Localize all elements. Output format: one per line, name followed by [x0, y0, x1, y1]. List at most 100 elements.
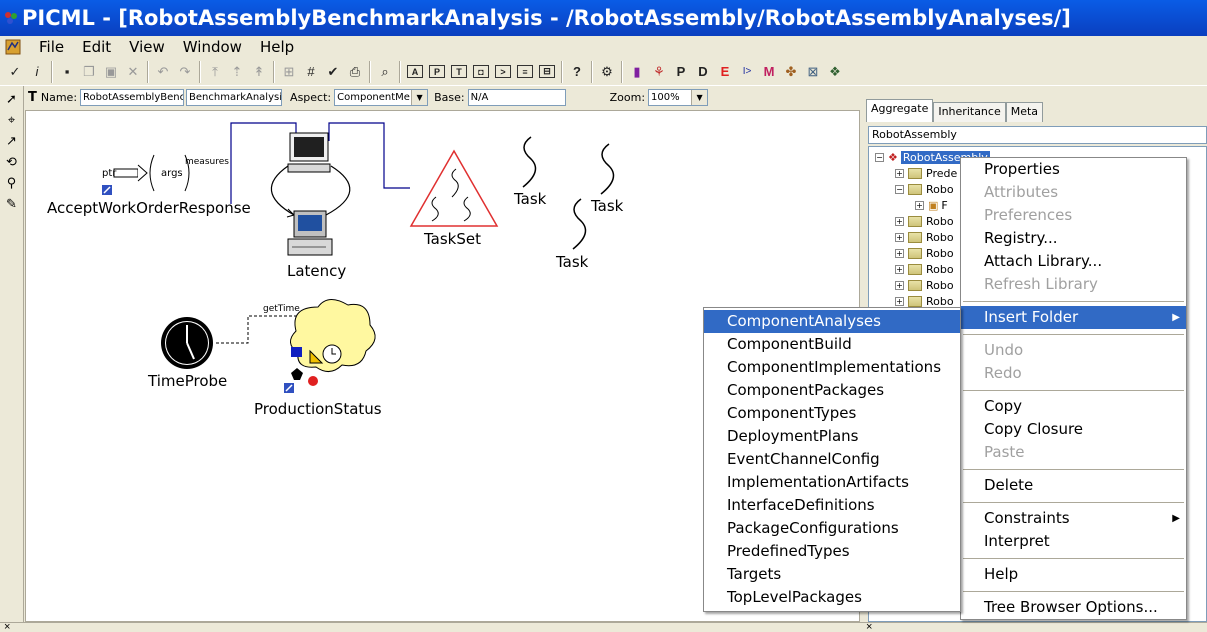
- menu-view[interactable]: View: [120, 36, 174, 58]
- paste-icon[interactable]: ▣: [100, 61, 122, 83]
- expand-icon[interactable]: +: [895, 248, 904, 258]
- menu-item-copy[interactable]: Copy: [961, 395, 1186, 418]
- menu-item-paste[interactable]: Paste: [961, 441, 1186, 464]
- expand-icon[interactable]: +: [895, 216, 904, 226]
- interpreter-icon[interactable]: ⚙: [596, 61, 618, 83]
- tab-meta[interactable]: Meta: [1005, 102, 1044, 122]
- menu-item-attributes[interactable]: Attributes: [961, 181, 1186, 204]
- submenu-item-component-packages[interactable]: ComponentPackages: [704, 379, 960, 402]
- zoom-icon[interactable]: ⚲: [2, 172, 22, 193]
- plugin-idl-icon[interactable]: I>: [736, 61, 758, 83]
- navigate-parent-icon[interactable]: ⇡: [226, 61, 248, 83]
- show-types-icon[interactable]: T: [448, 61, 470, 83]
- plugin-p-icon[interactable]: P: [670, 61, 692, 83]
- plugin-tree-icon[interactable]: ❖: [824, 61, 846, 83]
- submenu-item-component-build[interactable]: ComponentBuild: [704, 333, 960, 356]
- help-icon[interactable]: ?: [566, 61, 588, 83]
- menu-item-attach-library[interactable]: Attach Library...: [961, 250, 1186, 273]
- show-atoms-icon[interactable]: A: [404, 61, 426, 83]
- menu-window[interactable]: Window: [174, 36, 251, 58]
- task-label[interactable]: Task: [556, 253, 588, 271]
- task-label[interactable]: Task: [591, 197, 623, 215]
- undo-icon[interactable]: ↶: [152, 61, 174, 83]
- tree-item[interactable]: + Prede: [895, 165, 957, 181]
- root-field[interactable]: RobotAssembly: [868, 126, 1207, 144]
- latency-label[interactable]: Latency: [287, 262, 346, 280]
- set-mode-icon[interactable]: ⟲: [2, 151, 22, 172]
- hash-icon[interactable]: #: [300, 61, 322, 83]
- expand-icon[interactable]: +: [915, 200, 924, 210]
- info-icon[interactable]: i: [26, 61, 48, 83]
- show-layout-icon[interactable]: ⊟: [536, 61, 558, 83]
- menu-item-copy-closure[interactable]: Copy Closure: [961, 418, 1186, 441]
- tree-item[interactable]: + Robo: [895, 245, 954, 261]
- show-sets-icon[interactable]: ≡: [514, 61, 536, 83]
- menu-file[interactable]: File: [30, 36, 73, 58]
- accept-work-order-response[interactable]: AcceptWorkOrderResponse: [47, 199, 251, 217]
- tree-item[interactable]: + Robo: [895, 277, 954, 293]
- submenu-item-targets[interactable]: Targets: [704, 563, 960, 586]
- show-ports-icon[interactable]: P: [426, 61, 448, 83]
- menu-item-delete[interactable]: Delete: [961, 474, 1186, 497]
- show-models-icon[interactable]: ◘: [470, 61, 492, 83]
- collapse-icon[interactable]: −: [895, 184, 904, 194]
- task-label[interactable]: Task: [514, 190, 546, 208]
- navigate-up-icon[interactable]: ⤒: [204, 61, 226, 83]
- menu-edit[interactable]: Edit: [73, 36, 120, 58]
- submenu-item-implementation-artifacts[interactable]: ImplementationArtifacts: [704, 471, 960, 494]
- print-icon[interactable]: ⎙: [344, 61, 366, 83]
- menu-item-undo[interactable]: Undo: [961, 339, 1186, 362]
- aspect-select[interactable]: ComponentMe ▼: [334, 88, 429, 106]
- tab-aggregate[interactable]: Aggregate: [866, 99, 934, 122]
- menu-item-refresh-library[interactable]: Refresh Library: [961, 273, 1186, 296]
- redo-icon[interactable]: ↷: [174, 61, 196, 83]
- plugin-m-icon[interactable]: M: [758, 61, 780, 83]
- submenu-item-component-types[interactable]: ComponentTypes: [704, 402, 960, 425]
- name-input[interactable]: RobotAssemblyBenc: [80, 88, 185, 106]
- menu-item-insert-folder[interactable]: Insert Folder ▶: [961, 306, 1186, 329]
- delete-icon[interactable]: ✕: [122, 61, 144, 83]
- submenu-item-event-channel-config[interactable]: EventChannelConfig: [704, 448, 960, 471]
- chevron-down-icon[interactable]: ▼: [411, 89, 428, 105]
- plugin-chart-icon[interactable]: ▮: [626, 61, 648, 83]
- visualize-icon[interactable]: ✎: [2, 193, 22, 214]
- submenu-item-top-level-packages[interactable]: TopLevelPackages: [704, 586, 960, 609]
- tree-item[interactable]: − Robo: [895, 181, 954, 197]
- zoom-select[interactable]: 100% ▼: [648, 88, 709, 106]
- submenu-item-interface-definitions[interactable]: InterfaceDefinitions: [704, 494, 960, 517]
- menu-help[interactable]: Help: [251, 36, 303, 58]
- tree-item[interactable]: + Robo: [895, 261, 954, 277]
- connect-icon[interactable]: ↗: [2, 130, 22, 151]
- find-icon[interactable]: ⌕: [374, 61, 396, 83]
- tree-item[interactable]: + ▣ F: [915, 197, 948, 213]
- tree-item[interactable]: + Robo: [895, 213, 954, 229]
- validate-icon[interactable]: ✔: [322, 61, 344, 83]
- grid-icon[interactable]: ⊞: [278, 61, 300, 83]
- menu-item-interpret[interactable]: Interpret: [961, 530, 1186, 553]
- submenu-item-predefined-types[interactable]: PredefinedTypes: [704, 540, 960, 563]
- name-input-overflow[interactable]: BenchmarkAnalysis: [186, 88, 283, 106]
- expand-icon[interactable]: +: [895, 232, 904, 242]
- menu-item-preferences[interactable]: Preferences: [961, 204, 1186, 227]
- timeprobe-label[interactable]: TimeProbe: [148, 372, 227, 390]
- navigate-back-icon[interactable]: ↟: [248, 61, 270, 83]
- plugin-gear-icon[interactable]: ⚘: [648, 61, 670, 83]
- expand-icon[interactable]: +: [895, 280, 904, 290]
- menu-item-tree-browser-options[interactable]: Tree Browser Options...: [961, 596, 1186, 619]
- submenu-item-component-analyses[interactable]: ComponentAnalyses: [704, 310, 960, 333]
- plugin-puzzle-icon[interactable]: ✤: [780, 61, 802, 83]
- menu-item-help[interactable]: Help: [961, 563, 1186, 586]
- plugin-network-icon[interactable]: ⊠: [802, 61, 824, 83]
- plugin-d-icon[interactable]: D: [692, 61, 714, 83]
- expand-icon[interactable]: +: [895, 296, 904, 306]
- zoom-select-icon[interactable]: ⌖: [2, 109, 22, 130]
- menu-item-redo[interactable]: Redo: [961, 362, 1186, 385]
- expand-icon[interactable]: +: [895, 264, 904, 274]
- check-icon[interactable]: ✓: [4, 61, 26, 83]
- document-icon[interactable]: [4, 38, 22, 56]
- plugin-e-icon[interactable]: E: [714, 61, 736, 83]
- submenu-item-component-implementations[interactable]: ComponentImplementations: [704, 356, 960, 379]
- close-icon[interactable]: ×: [4, 621, 10, 632]
- show-refs-icon[interactable]: >: [492, 61, 514, 83]
- menu-item-registry[interactable]: Registry...: [961, 227, 1186, 250]
